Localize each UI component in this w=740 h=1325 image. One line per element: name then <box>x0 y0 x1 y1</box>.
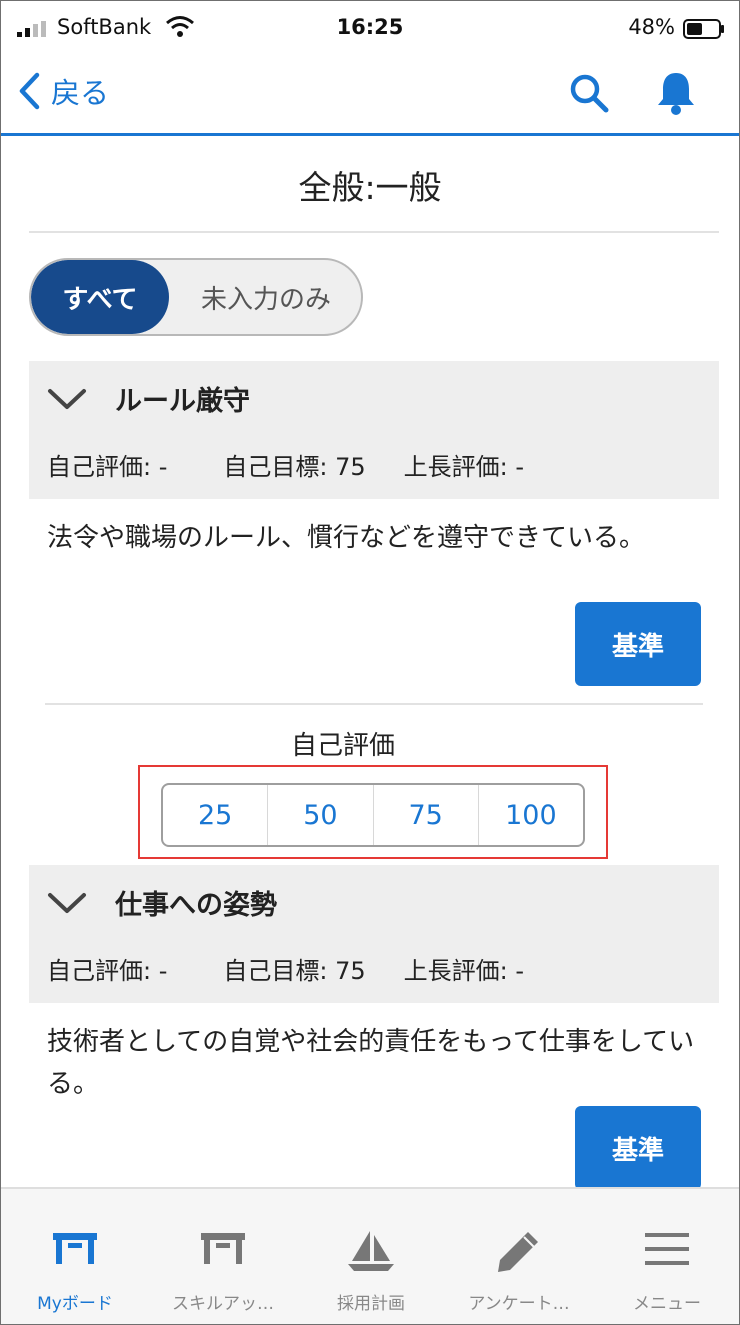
filter-toggle: すべて 未入力のみ <box>29 258 363 336</box>
tab-label: スキルアッ… <box>172 1294 274 1314</box>
rating-option-50[interactable]: 50 <box>268 785 374 845</box>
self-rating-value: 自己評価: - <box>47 957 168 985</box>
bell-icon[interactable] <box>653 69 699 115</box>
tab-recruitment-plan[interactable]: 採用計画 <box>297 1189 445 1324</box>
self-rating-label: 自己評価 <box>290 731 395 761</box>
boss-rating-value: 上長評価: - <box>403 957 525 985</box>
sailboat-icon <box>348 1231 394 1271</box>
chevron-down-icon <box>48 893 86 913</box>
battery-icon <box>683 19 724 39</box>
section-header[interactable]: ルール厳守 自己評価: - 自己目標: 75 上長評価: - <box>29 361 719 499</box>
tab-bar: Myボード スキルアッ… 採用計画 アンケート… メニュー <box>1 1187 739 1324</box>
back-button[interactable]: 戻る <box>17 71 109 111</box>
hamburger-icon <box>645 1233 689 1265</box>
rating-option-75[interactable]: 75 <box>374 785 479 845</box>
search-icon[interactable] <box>567 71 611 115</box>
pencil-icon <box>498 1232 538 1272</box>
filter-all-button[interactable]: すべて <box>31 260 169 334</box>
tab-my-board[interactable]: Myボード <box>1 1189 149 1324</box>
tab-label: メニュー <box>633 1294 701 1314</box>
tab-label: 採用計画 <box>337 1294 405 1314</box>
score-summary: 自己評価: - 自己目標: 75 上長評価: - <box>47 951 524 986</box>
tab-survey[interactable]: アンケート… <box>445 1189 593 1324</box>
rating-option-100[interactable]: 100 <box>479 785 583 845</box>
criteria-button[interactable]: 基準 <box>575 602 701 686</box>
app-screen: SoftBank 16:25 48% 戻る 全般:一般 すべて 未入力のみ ルー… <box>0 0 740 1325</box>
self-rating-selector: 25 50 75 100 <box>161 783 585 847</box>
rating-option-25[interactable]: 25 <box>163 785 269 845</box>
page-title: 全般:一般 <box>298 168 442 207</box>
tab-menu[interactable]: メニュー <box>593 1189 739 1324</box>
tab-label: Myボード <box>37 1294 113 1314</box>
chevron-down-icon <box>48 389 86 409</box>
divider <box>29 231 719 233</box>
self-goal-value: 自己目標: 75 <box>223 453 366 481</box>
tab-skill-up[interactable]: スキルアッ… <box>149 1189 297 1324</box>
self-rating-value: 自己評価: - <box>47 453 168 481</box>
tab-label: アンケート… <box>468 1294 570 1314</box>
board-icon <box>53 1233 97 1264</box>
divider <box>45 703 703 705</box>
section-title: 仕事への姿勢 <box>115 890 277 921</box>
self-goal-value: 自己目標: 75 <box>223 957 366 985</box>
section-description: 技術者としての自覚や社会的責任をもって仕事をしている。 <box>47 1027 695 1099</box>
nav-bar: 戻る <box>1 57 739 136</box>
status-bar: SoftBank 16:25 48% <box>1 1 739 57</box>
criteria-button[interactable]: 基準 <box>575 1106 701 1190</box>
score-summary: 自己評価: - 自己目標: 75 上長評価: - <box>47 447 524 482</box>
board-icon <box>201 1233 245 1264</box>
section-title: ルール厳守 <box>115 386 250 417</box>
chevron-left-icon <box>19 72 40 110</box>
section-header[interactable]: 仕事への姿勢 自己評価: - 自己目標: 75 上長評価: - <box>29 865 719 1003</box>
battery-percent: 48% <box>628 15 675 39</box>
section-description: 法令や職場のルール、慣行などを遵守できている。 <box>47 523 646 553</box>
filter-empty-only-button[interactable]: 未入力のみ <box>169 260 361 334</box>
boss-rating-value: 上長評価: - <box>403 453 525 481</box>
back-label: 戻る <box>51 76 110 110</box>
